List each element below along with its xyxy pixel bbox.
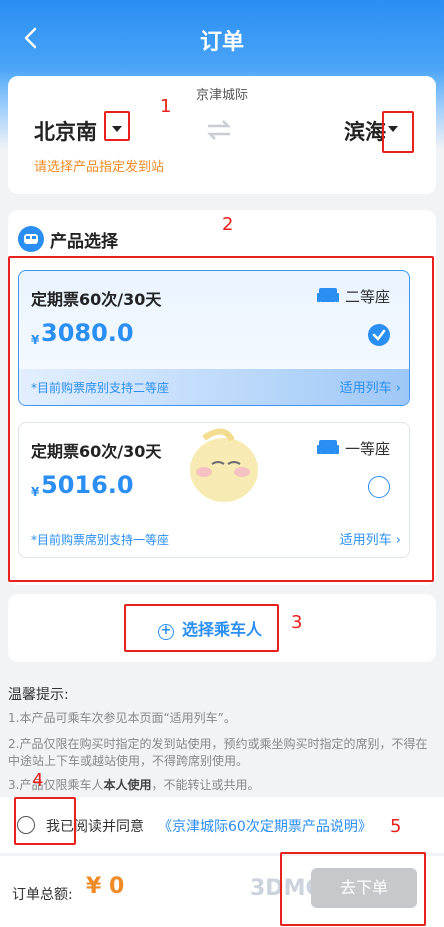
annotation-number-5: 5	[390, 816, 402, 837]
tips-title: 温馨提示:	[8, 687, 69, 703]
annotation-box-1b	[382, 111, 414, 153]
annotation-box-5	[280, 852, 426, 926]
total-label: 订单总额:	[12, 887, 73, 903]
annotation-box-1	[104, 111, 130, 141]
page-title: 订单	[199, 30, 244, 55]
tip-1: 1.本产品可乘车次参见本页面“适用列车”。	[8, 711, 236, 725]
tip-3-part-2: ，不能转让或共用。	[151, 778, 260, 792]
annotation-box-4	[14, 797, 76, 845]
annotation-number-2: 2	[222, 214, 234, 235]
train-icon	[18, 226, 44, 252]
agreement-link[interactable]: 《京津城际60次定期票产品说明》	[158, 816, 372, 836]
route-card: 京津城际 北京南 滨海 请选择产品指定发到站	[8, 76, 436, 194]
total-value: ¥ 0	[86, 874, 125, 899]
station-hint: 请选择产品指定发到站	[34, 160, 165, 175]
section-title: 产品选择	[50, 232, 118, 252]
annotation-number-4: 4	[32, 770, 44, 791]
annotation-number-3: 3	[291, 612, 303, 633]
to-station-selector[interactable]: 滨海	[344, 116, 386, 146]
tip-3-bold: 本人使用	[103, 778, 152, 792]
annotation-number-1: 1	[160, 96, 172, 117]
from-station-selector[interactable]: 北京南	[34, 116, 97, 146]
swap-icon[interactable]	[204, 118, 234, 142]
tip-3: 3.产品仅限乘车人本人使用，不能转让或共用。	[8, 777, 428, 794]
tip-2: 2.产品仅限在购买时指定的发到站使用，预约或乘坐购买时指定的席别，不得在中途站上…	[8, 737, 428, 768]
tip-3-part-1: 3.产品仅限乘车人	[8, 778, 104, 792]
annotation-box-2	[8, 256, 434, 582]
route-line-name: 京津城际	[195, 88, 248, 103]
annotation-box-3	[124, 604, 279, 652]
